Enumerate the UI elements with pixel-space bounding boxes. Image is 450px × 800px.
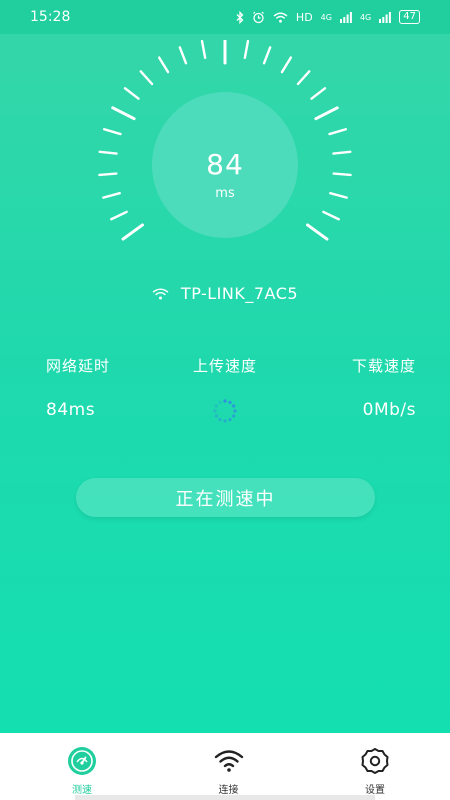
bluetooth-icon xyxy=(236,10,244,24)
home-indicator xyxy=(75,795,375,800)
status-time: 15:28 xyxy=(30,9,71,25)
network-type-1: 4G xyxy=(320,12,332,22)
signal-icon xyxy=(339,11,352,23)
spinner-dot xyxy=(213,409,217,413)
gauge-value: 84 xyxy=(206,148,244,181)
spinner-dot xyxy=(233,409,237,413)
latency-label: 网络延时 xyxy=(46,357,111,375)
gauge-tick xyxy=(243,40,250,60)
spinner-dot xyxy=(232,404,236,408)
download-value: 0Mb/s xyxy=(362,400,416,420)
spinner-dot xyxy=(228,400,232,404)
tab-speed-test[interactable]: 测速 xyxy=(47,733,117,800)
hd-label: HD xyxy=(295,10,313,24)
gauge-tick xyxy=(121,223,144,241)
gauge-tick xyxy=(296,70,311,86)
gauge-tick xyxy=(102,128,122,136)
spinner-dot xyxy=(223,399,227,403)
gauge-tick xyxy=(306,223,329,241)
status-icons: HD 4G 4G 47 xyxy=(236,10,420,24)
gauge-tick xyxy=(328,128,348,136)
signal-icon xyxy=(379,11,392,23)
network-name: TP-LINK_7AC5 xyxy=(180,284,299,303)
gauge-tick xyxy=(157,56,170,74)
upload-stat: 上传速度 xyxy=(165,355,285,428)
network-type-2: 4G xyxy=(359,12,372,22)
gauge-tick xyxy=(139,70,154,86)
battery-indicator: 47 xyxy=(399,10,420,24)
gauge-tick xyxy=(200,40,207,60)
wifi-icon xyxy=(273,12,288,23)
tab-speed-test-label: 测速 xyxy=(72,785,92,796)
tab-settings[interactable]: 设置 xyxy=(340,733,410,800)
tab-connect[interactable]: 连接 xyxy=(194,733,264,800)
status-bar: 15:28 HD 4G 4G 47 xyxy=(0,0,450,34)
testing-button-label: 正在测速中 xyxy=(175,488,276,510)
wifi-icon xyxy=(152,288,169,299)
spinner-dot xyxy=(214,404,218,408)
speed-stats: 网络延时 84ms 上传速度 下载速度 0Mb/s xyxy=(0,355,450,428)
gauge-tick xyxy=(322,210,340,221)
gauge-unit: ms xyxy=(215,186,235,201)
download-stat: 下载速度 0Mb/s xyxy=(302,355,422,428)
gauge-tick xyxy=(178,46,188,65)
spinner-dot xyxy=(218,418,222,422)
gear-icon xyxy=(361,748,389,774)
spinner-dot xyxy=(218,400,222,404)
upload-label: 上传速度 xyxy=(192,357,257,375)
download-label: 下载速度 xyxy=(351,357,416,375)
gauge-tick xyxy=(110,210,128,221)
spinner-dot xyxy=(232,414,236,418)
latency-stat: 网络延时 84ms xyxy=(28,355,148,428)
tab-settings-label: 设置 xyxy=(365,785,385,796)
gauge-tick xyxy=(123,87,140,100)
wifi-icon xyxy=(214,750,243,772)
spinner-dot xyxy=(214,414,218,418)
bottom-tab-bar: 测速 连接 设置 xyxy=(0,733,450,800)
speedometer-icon xyxy=(68,747,96,775)
spinner-dot xyxy=(228,418,232,422)
tab-connect-label: 连接 xyxy=(218,785,239,796)
loading-spinner-icon xyxy=(213,399,237,423)
alarm-icon xyxy=(252,11,264,23)
gauge-tick xyxy=(310,87,327,100)
gauge-tick xyxy=(111,106,136,121)
spinner-dot xyxy=(223,419,227,423)
testing-in-progress-button[interactable]: 正在测速中 xyxy=(76,478,375,517)
latency-value: 84ms xyxy=(46,400,96,420)
gauge-tick xyxy=(262,46,272,65)
gauge-tick xyxy=(314,106,339,121)
network-name-row: TP-LINK_7AC5 xyxy=(0,284,450,303)
gauge-tick xyxy=(280,56,293,74)
